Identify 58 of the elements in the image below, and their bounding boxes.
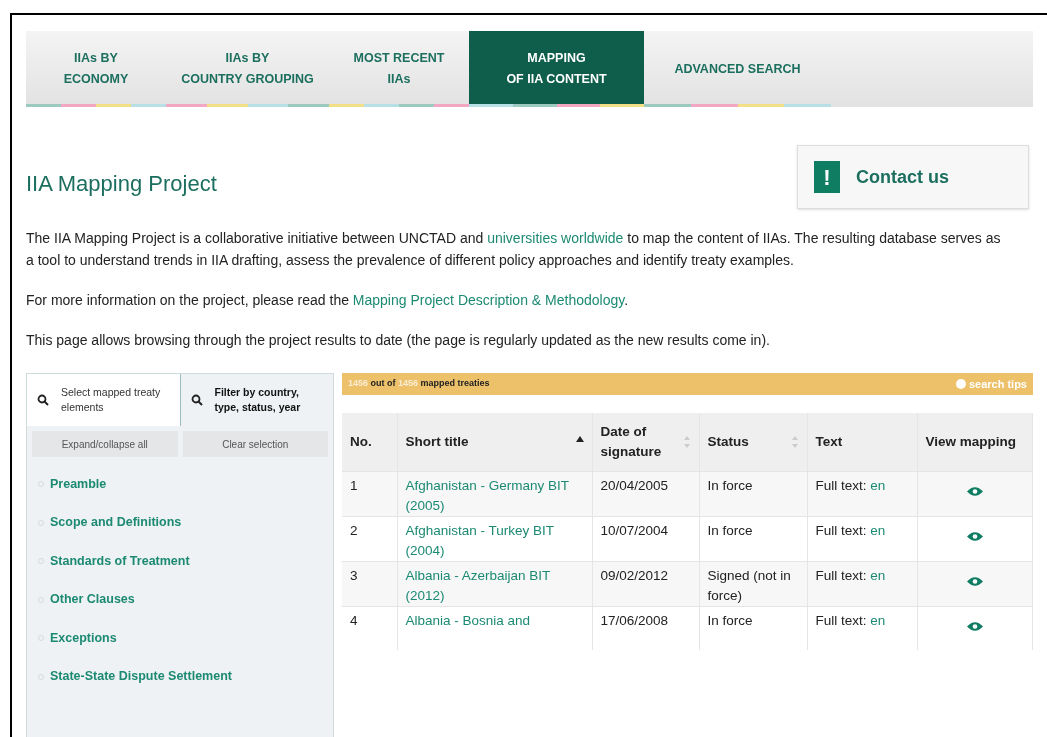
table-cell: 3	[350, 567, 358, 583]
table-cell: 17/06/2008	[600, 612, 669, 628]
treaty-link[interactable]: Albania - Azerbaijan BIT (2012)	[405, 565, 584, 606]
eye-icon[interactable]	[966, 485, 983, 497]
contact-button[interactable]: ! Contact us	[797, 145, 1029, 209]
paragraph: The IIA Mapping Project is a collaborative initiative between UNCTAD and universities worldwide to map the content of IIAs. The resulting database serves as a tool to understand trends in IIA drafting, assess the prevalence of different policy approaches and identify treaty examples.	[26, 229, 1002, 270]
paragraph: For more information on the project, please read the Mapping Project Description & Methodology.	[26, 291, 630, 310]
column-header[interactable]: View mapping	[925, 431, 1017, 452]
eye-icon[interactable]	[966, 530, 983, 542]
tree-item[interactable]: Standards of Treatment	[50, 551, 190, 571]
table-cell: 20/04/2005	[600, 477, 669, 493]
nav-tab[interactable]: MOST RECENT IIAs	[329, 31, 469, 107]
table-cell-text: Full text:	[815, 477, 868, 493]
treaty-link[interactable]: Afghanistan - Turkey BIT (2004)	[405, 520, 584, 561]
table-cell-text: Full text:	[815, 612, 868, 628]
table-cell: 1	[350, 477, 358, 493]
table-cell: In force	[707, 522, 753, 538]
table-cell: 2	[350, 522, 358, 538]
language-link[interactable]: en	[870, 477, 886, 493]
column-header[interactable]: Short title	[405, 431, 469, 452]
nav-tab[interactable]: IIAs BY ECONOMY	[26, 31, 166, 107]
column-header[interactable]: Status	[707, 431, 749, 452]
column-header[interactable]: Date of signature	[600, 421, 683, 462]
treaty-link[interactable]: Afghanistan - Germany BIT (2005)	[405, 475, 584, 516]
text-link[interactable]: universities worldwide	[487, 230, 624, 246]
panel-button[interactable]: Clear selection	[182, 431, 328, 457]
exclamation-icon: !	[814, 161, 840, 193]
tree-item[interactable]: Scope and Definitions	[50, 513, 182, 533]
table-cell: 09/02/2012	[600, 567, 669, 583]
nav-tab[interactable]: IIAs BY COUNTRY GROUPING	[166, 31, 329, 107]
panel-button[interactable]: Expand/collapse all	[32, 431, 178, 457]
table-cell: 4	[350, 612, 358, 628]
tree-item[interactable]: Other Clauses	[50, 590, 135, 610]
table-cell: 10/07/2004	[600, 522, 669, 538]
tree-item[interactable]: State-State Dispute Settlement	[50, 667, 232, 687]
eye-icon[interactable]	[966, 575, 983, 587]
table-cell: In force	[707, 477, 753, 493]
table-cell-text: Full text:	[815, 522, 868, 538]
nav-tab[interactable]: ADVANCED SEARCH	[644, 31, 831, 107]
column-header[interactable]: No.	[350, 431, 372, 452]
eye-icon[interactable]	[966, 620, 983, 632]
search-icon	[190, 394, 203, 406]
table-cell: Signed (not in force)	[707, 567, 791, 603]
table-cell-text: Full text:	[815, 567, 868, 583]
filter-tab[interactable]: Filter by country, type, status, year	[179, 374, 333, 426]
results-count: 1456 out of 1456 mapped treaties	[348, 377, 490, 391]
paragraph: This page allows browsing through the project results to date (the page is regularly updated as the new results come in).	[26, 331, 771, 350]
nav-tab[interactable]: MAPPING OF IIA CONTENT	[469, 31, 644, 107]
treaty-link[interactable]: Albania - Bosnia and	[405, 610, 584, 631]
tree-item[interactable]: Preamble	[50, 474, 107, 494]
language-link[interactable]: en	[870, 522, 886, 538]
search-icon	[37, 394, 49, 406]
table-cell: In force	[707, 612, 753, 628]
column-header[interactable]: Text	[815, 431, 843, 452]
tree-item[interactable]: Exceptions	[50, 628, 117, 648]
language-link[interactable]: en	[870, 567, 886, 583]
language-link[interactable]: en	[870, 612, 886, 628]
page-title: IIA Mapping Project	[26, 170, 217, 198]
